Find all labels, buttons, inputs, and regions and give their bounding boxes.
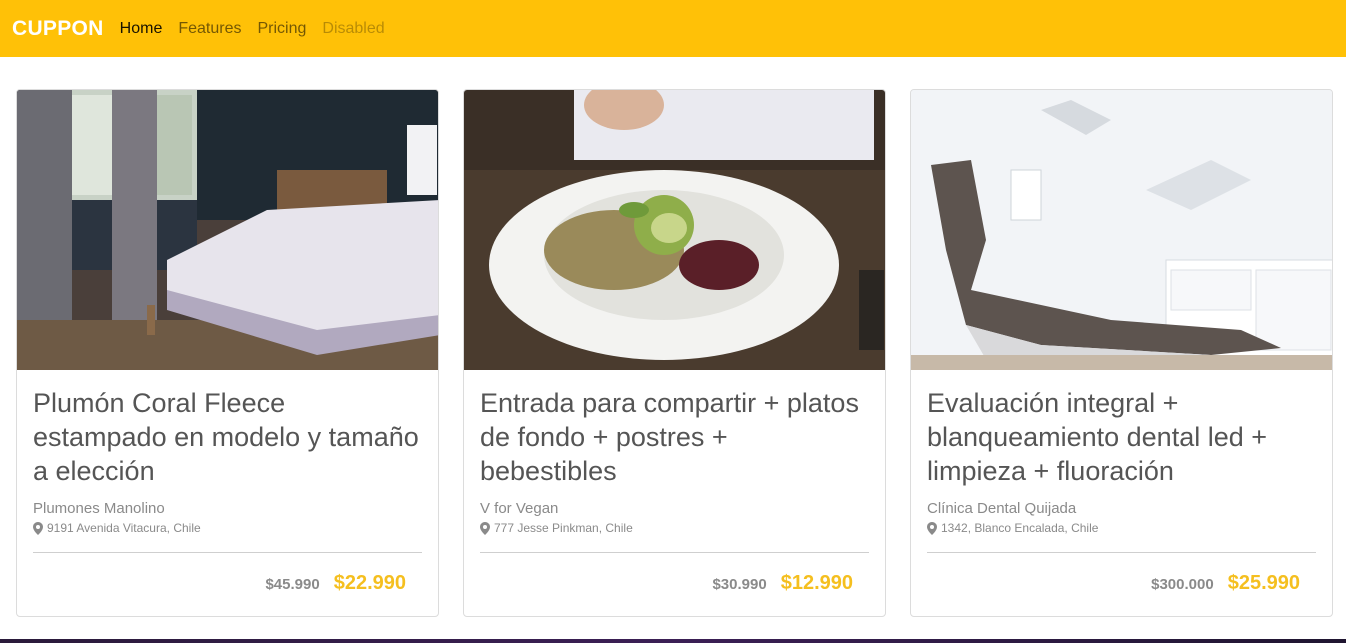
divider [480, 552, 869, 553]
map-pin-icon [927, 521, 937, 535]
original-price: $30.990 [712, 576, 767, 593]
card-body: Entrada para compartir + platos de fondo… [464, 370, 885, 595]
price-row: $30.990 $12.990 [480, 572, 869, 595]
deal-card[interactable]: Entrada para compartir + platos de fondo… [463, 89, 886, 617]
location-text: 1342, Blanco Encalada, Chile [941, 521, 1099, 535]
deal-title[interactable]: Plumón Coral Fleece estampado en modelo … [33, 386, 422, 486]
merchant-name: Clínica Dental Quijada [927, 500, 1077, 517]
deal-title[interactable]: Evaluación integral + blanqueamiento den… [927, 386, 1316, 486]
bottom-edge [0, 639, 1346, 643]
deal-card[interactable]: Plumón Coral Fleece estampado en modelo … [16, 89, 439, 617]
discount-price: $12.990 [780, 572, 853, 594]
nav-links: Home Features Pricing Disabled [120, 20, 401, 38]
original-price: $45.990 [265, 576, 320, 593]
deal-image-vegan-food[interactable] [464, 90, 885, 370]
location: 1342, Blanco Encalada, Chile [927, 521, 1316, 535]
top-navbar: CUPPON Home Features Pricing Disabled [0, 0, 1346, 57]
price-row: $300.000 $25.990 [927, 572, 1316, 595]
merchant-name: Plumones Manolino [33, 500, 165, 517]
nav-link-home[interactable]: Home [120, 20, 163, 38]
price-row: $45.990 $22.990 [33, 572, 422, 595]
brand-logo[interactable]: CUPPON [12, 17, 104, 41]
card-body: Evaluación integral + blanqueamiento den… [911, 370, 1332, 595]
discount-price: $22.990 [333, 572, 406, 594]
nav-link-disabled: Disabled [322, 19, 385, 37]
original-price: $300.000 [1151, 576, 1214, 593]
merchant-name: V for Vegan [480, 500, 559, 517]
map-pin-icon [33, 521, 43, 535]
location: 777 Jesse Pinkman, Chile [480, 521, 869, 535]
location: 9191 Avenida Vitacura, Chile [33, 521, 422, 535]
map-pin-icon [480, 521, 490, 535]
divider [33, 552, 422, 553]
discount-price: $25.990 [1227, 572, 1300, 594]
nav-link-pricing[interactable]: Pricing [257, 20, 306, 38]
deal-image-dental-chair[interactable] [911, 90, 1332, 370]
location-text: 9191 Avenida Vitacura, Chile [47, 521, 201, 535]
nav-link-features[interactable]: Features [178, 20, 241, 38]
deal-card[interactable]: Evaluación integral + blanqueamiento den… [910, 89, 1333, 617]
location-text: 777 Jesse Pinkman, Chile [494, 521, 633, 535]
divider [927, 552, 1316, 553]
deal-title[interactable]: Entrada para compartir + platos de fondo… [480, 386, 869, 486]
card-body: Plumón Coral Fleece estampado en modelo … [17, 370, 438, 595]
deal-image-bedroom[interactable] [17, 90, 438, 370]
